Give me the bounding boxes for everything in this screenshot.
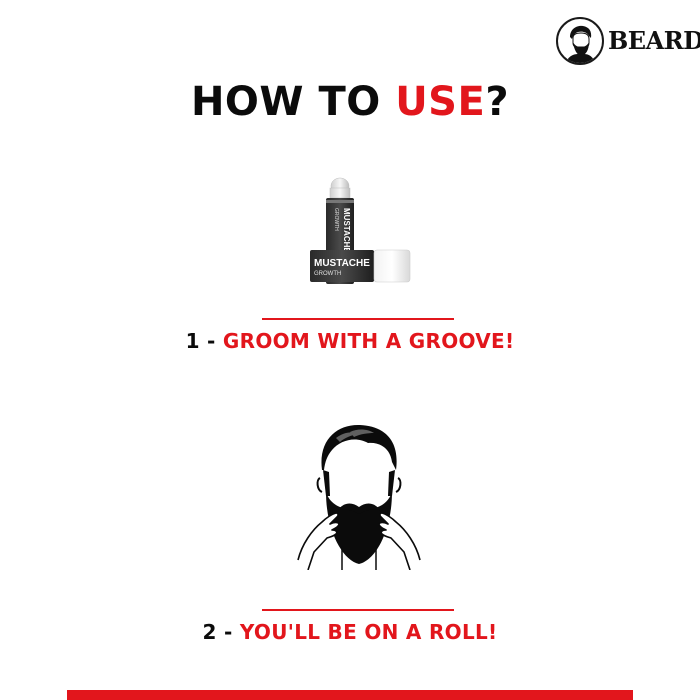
- step-1: 1 - GROOM WITH A GROOVE!: [0, 328, 700, 354]
- step-1-number: 1 -: [185, 329, 223, 353]
- step-2-text: YOU'LL BE ON A ROLL!: [239, 620, 498, 644]
- divider-step-1: [262, 318, 454, 320]
- step-1-text: GROOM WITH A GROOVE!: [222, 329, 515, 353]
- svg-text:MUSTACHE: MUSTACHE: [342, 208, 351, 253]
- step-2-number: 2 -: [202, 620, 240, 644]
- title-prefix: HOW TO: [190, 79, 396, 125]
- title-accent: USE: [395, 79, 486, 125]
- product-image: MUSTACHE GROWTH MUSTACHE GROWTH: [300, 174, 420, 294]
- page-title: HOW TO USE?: [0, 78, 700, 126]
- svg-text:GROWTH: GROWTH: [333, 208, 339, 231]
- divider-step-2: [262, 609, 454, 611]
- beardo-logo-icon: [556, 17, 604, 65]
- product-label-line2: GROWTH: [314, 271, 341, 277]
- brand-logo: BEARDO: [556, 14, 700, 68]
- roll-on-bottle-icon: MUSTACHE GROWTH MUSTACHE GROWTH: [310, 177, 411, 284]
- step-2: 2 - YOU'LL BE ON A ROLL!: [0, 619, 700, 645]
- product-label-line1: MUSTACHE: [314, 258, 370, 269]
- bearded-man-illustration-icon: [292, 418, 426, 570]
- title-suffix: ?: [485, 79, 510, 125]
- bottom-accent-bar: [67, 690, 633, 700]
- brand-wordmark: BEARDO: [608, 26, 700, 55]
